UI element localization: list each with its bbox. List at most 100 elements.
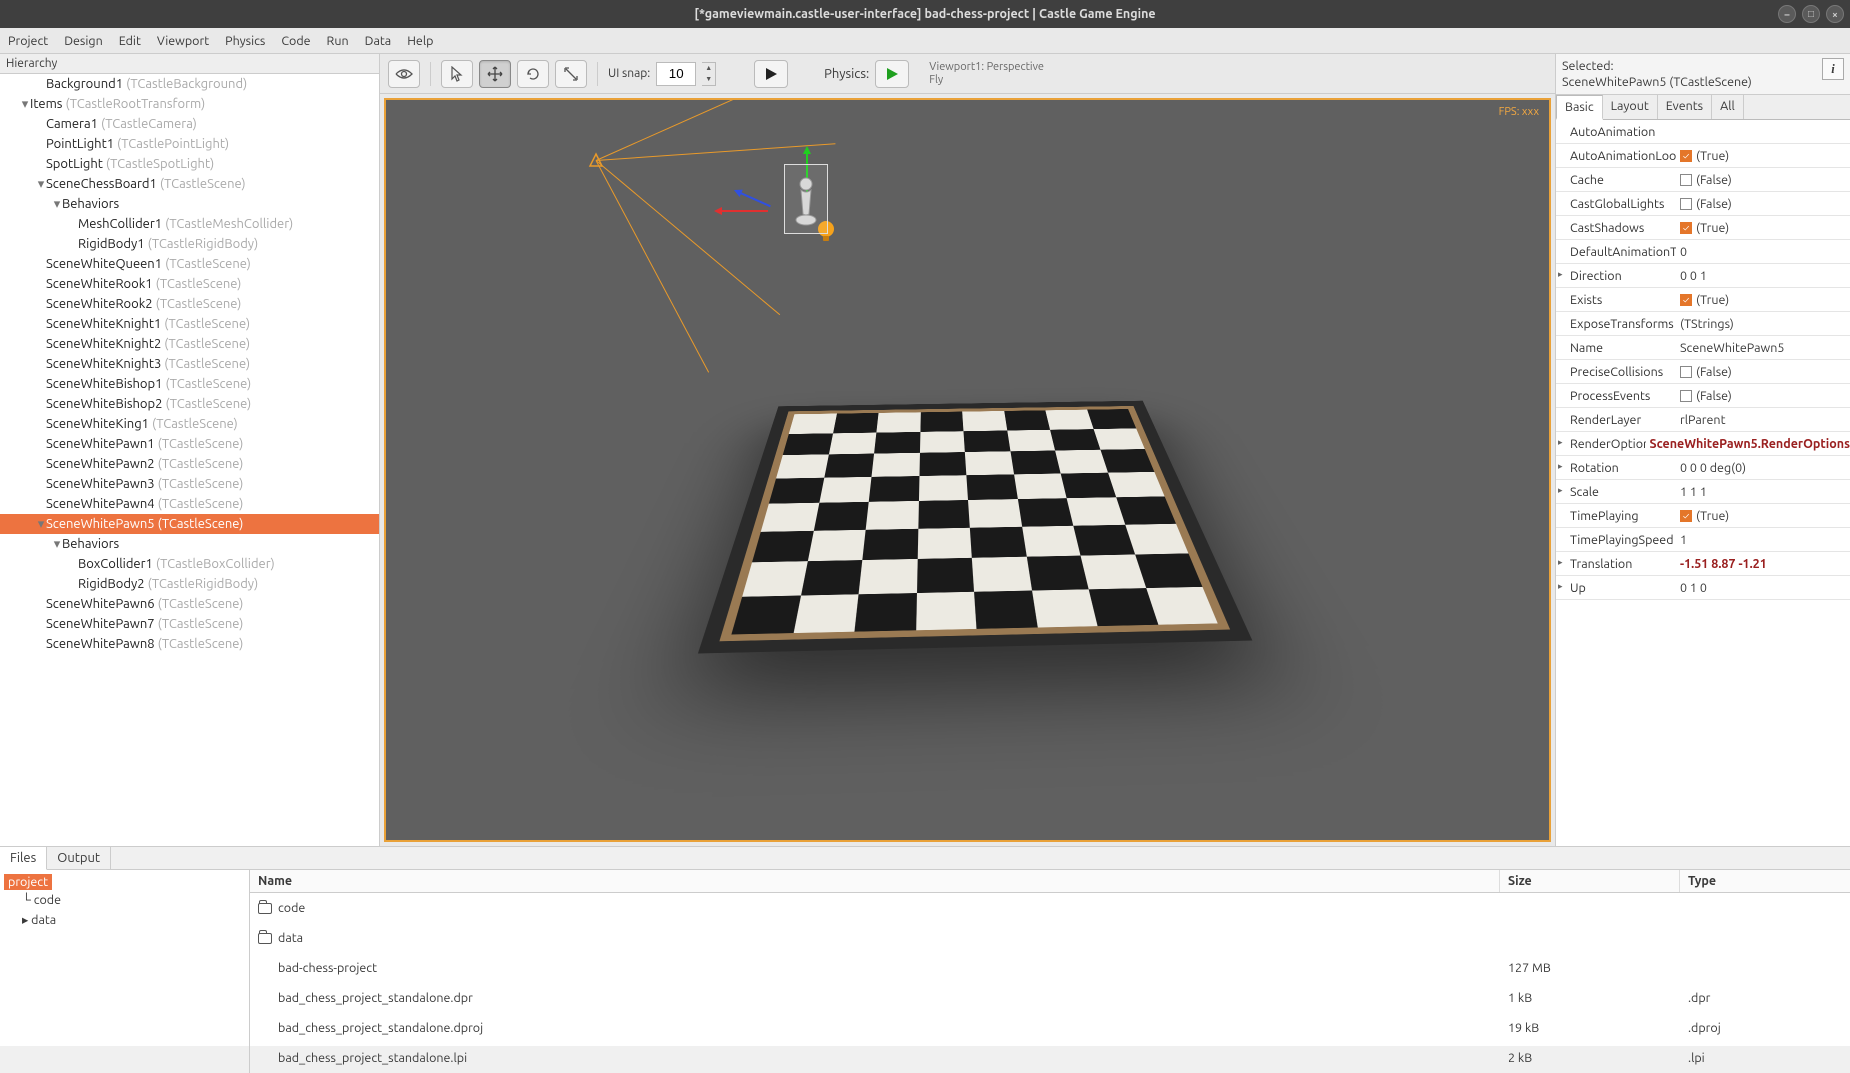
tree-item[interactable]: SceneWhitePawn3 (TCastleScene) bbox=[0, 474, 379, 494]
tree-item[interactable]: RigidBody2 (TCastleRigidBody) bbox=[0, 574, 379, 594]
property-row[interactable]: Rotation0 0 0 deg(0) bbox=[1556, 456, 1850, 480]
info-button[interactable]: i bbox=[1822, 58, 1844, 80]
close-icon[interactable]: × bbox=[1826, 5, 1844, 23]
menu-code[interactable]: Code bbox=[281, 34, 310, 48]
play-button[interactable] bbox=[754, 60, 788, 88]
menu-edit[interactable]: Edit bbox=[119, 34, 141, 48]
tree-item[interactable]: RigidBody1 (TCastleRigidBody) bbox=[0, 234, 379, 254]
property-row[interactable]: Translation-1.51 8.87 -1.21 bbox=[1556, 552, 1850, 576]
property-row[interactable]: Direction0 0 1 bbox=[1556, 264, 1850, 288]
move-tool-icon[interactable] bbox=[479, 60, 511, 88]
col-header-type[interactable]: Type bbox=[1680, 870, 1850, 892]
checkbox-icon[interactable] bbox=[1680, 198, 1692, 210]
property-row[interactable]: TimePlaying✓(True) bbox=[1556, 504, 1850, 528]
viewport-3d[interactable]: FPS: xxx bbox=[384, 98, 1551, 842]
dir-root[interactable]: project bbox=[4, 874, 52, 890]
tree-item[interactable]: SceneWhitePawn6 (TCastleScene) bbox=[0, 594, 379, 614]
physics-play-button[interactable] bbox=[875, 60, 909, 88]
rotate-tool-icon[interactable] bbox=[517, 60, 549, 88]
tree-item[interactable]: Background1 (TCastleBackground) bbox=[0, 74, 379, 94]
tree-item[interactable]: ▾Behaviors bbox=[0, 534, 379, 554]
scale-tool-icon[interactable] bbox=[555, 60, 587, 88]
tree-item[interactable]: SceneWhiteBishop2 (TCastleScene) bbox=[0, 394, 379, 414]
tree-item[interactable]: ▾Items (TCastleRootTransform) bbox=[0, 94, 379, 114]
file-row[interactable]: code bbox=[250, 893, 1850, 923]
inspector-tab-all[interactable]: All bbox=[1712, 95, 1744, 119]
checkbox-icon[interactable]: ✓ bbox=[1680, 222, 1692, 234]
property-row[interactable]: RenderOptionsSceneWhitePawn5.RenderOptio… bbox=[1556, 432, 1850, 456]
tree-item[interactable]: PointLight1 (TCastlePointLight) bbox=[0, 134, 379, 154]
file-row[interactable]: bad_chess_project_standalone.dpr1 kB.dpr bbox=[250, 983, 1850, 1013]
tree-item[interactable]: SceneWhitePawn4 (TCastleScene) bbox=[0, 494, 379, 514]
directory-tree[interactable]: project └ code ▸ data bbox=[0, 870, 250, 1073]
property-row[interactable]: AutoAnimation bbox=[1556, 120, 1850, 144]
checkbox-icon[interactable] bbox=[1680, 390, 1692, 402]
tree-item[interactable]: ▾Behaviors bbox=[0, 194, 379, 214]
dir-item[interactable]: └ code bbox=[4, 890, 245, 910]
property-row[interactable]: Cache(False) bbox=[1556, 168, 1850, 192]
property-row[interactable]: DefaultAnimationTransition0 bbox=[1556, 240, 1850, 264]
menu-data[interactable]: Data bbox=[365, 34, 392, 48]
tree-item[interactable]: SceneWhitePawn7 (TCastleScene) bbox=[0, 614, 379, 634]
tree-item[interactable]: SceneWhiteKing1 (TCastleScene) bbox=[0, 414, 379, 434]
tree-item[interactable]: SceneWhitePawn2 (TCastleScene) bbox=[0, 454, 379, 474]
property-row[interactable]: Exists✓(True) bbox=[1556, 288, 1850, 312]
maximize-icon[interactable]: □ bbox=[1802, 5, 1820, 23]
dir-item[interactable]: ▸ data bbox=[4, 910, 245, 930]
property-row[interactable]: RenderLayerrlParent bbox=[1556, 408, 1850, 432]
inspector-tab-basic[interactable]: Basic bbox=[1556, 95, 1603, 120]
tree-item[interactable]: SceneWhiteBishop1 (TCastleScene) bbox=[0, 374, 379, 394]
property-row[interactable]: Up0 1 0 bbox=[1556, 576, 1850, 600]
tree-item[interactable]: ▾SceneWhitePawn5 (TCastleScene) bbox=[0, 514, 379, 534]
property-row[interactable]: NameSceneWhitePawn5 bbox=[1556, 336, 1850, 360]
file-row[interactable]: bad_chess_project_standalone.lpi2 kB.lpi bbox=[250, 1043, 1850, 1073]
tree-item[interactable]: MeshCollider1 (TCastleMeshCollider) bbox=[0, 214, 379, 234]
checkbox-icon[interactable] bbox=[1680, 174, 1692, 186]
menu-design[interactable]: Design bbox=[64, 34, 103, 48]
property-row[interactable]: CastShadows✓(True) bbox=[1556, 216, 1850, 240]
menu-project[interactable]: Project bbox=[8, 34, 48, 48]
inspector-tab-events[interactable]: Events bbox=[1658, 95, 1712, 119]
col-header-name[interactable]: Name bbox=[250, 870, 1500, 892]
property-row[interactable]: Scale1 1 1 bbox=[1556, 480, 1850, 504]
property-row[interactable]: CastGlobalLights(False) bbox=[1556, 192, 1850, 216]
file-row[interactable]: bad-chess-project127 MB bbox=[250, 953, 1850, 983]
tree-item[interactable]: SceneWhiteKnight1 (TCastleScene) bbox=[0, 314, 379, 334]
checkbox-icon[interactable] bbox=[1680, 366, 1692, 378]
tree-item[interactable]: SceneWhiteKnight2 (TCastleScene) bbox=[0, 334, 379, 354]
property-grid[interactable]: AutoAnimationAutoAnimationLoop✓(True)Cac… bbox=[1556, 120, 1850, 846]
tree-item[interactable]: SceneWhiteRook2 (TCastleScene) bbox=[0, 294, 379, 314]
checkbox-icon[interactable]: ✓ bbox=[1680, 294, 1692, 306]
tab-files[interactable]: Files bbox=[0, 847, 47, 870]
tree-item[interactable]: SceneWhiteKnight3 (TCastleScene) bbox=[0, 354, 379, 374]
property-row[interactable]: ExposeTransforms(TStrings) bbox=[1556, 312, 1850, 336]
menu-physics[interactable]: Physics bbox=[225, 34, 265, 48]
minimize-icon[interactable]: – bbox=[1778, 5, 1796, 23]
ui-snap-input[interactable] bbox=[656, 62, 696, 86]
file-list-header[interactable]: Name Size Type bbox=[250, 870, 1850, 893]
tree-item[interactable]: Camera1 (TCastleCamera) bbox=[0, 114, 379, 134]
menu-viewport[interactable]: Viewport bbox=[157, 34, 209, 48]
checkbox-icon[interactable]: ✓ bbox=[1680, 150, 1692, 162]
menu-run[interactable]: Run bbox=[327, 34, 349, 48]
tree-item[interactable]: BoxCollider1 (TCastleBoxCollider) bbox=[0, 554, 379, 574]
view-eye-icon[interactable] bbox=[388, 60, 420, 88]
property-row[interactable]: AutoAnimationLoop✓(True) bbox=[1556, 144, 1850, 168]
tree-item[interactable]: SceneWhitePawn1 (TCastleScene) bbox=[0, 434, 379, 454]
property-row[interactable]: TimePlayingSpeed1 bbox=[1556, 528, 1850, 552]
file-row[interactable]: bad_chess_project_standalone.dproj19 kB.… bbox=[250, 1013, 1850, 1043]
cursor-tool-icon[interactable] bbox=[441, 60, 473, 88]
hierarchy-tree[interactable]: Background1 (TCastleBackground)▾Items (T… bbox=[0, 74, 379, 846]
tree-item[interactable]: SceneWhitePawn8 (TCastleScene) bbox=[0, 634, 379, 654]
tree-item[interactable]: SpotLight (TCastleSpotLight) bbox=[0, 154, 379, 174]
tree-item[interactable]: ▾SceneChessBoard1 (TCastleScene) bbox=[0, 174, 379, 194]
ui-snap-spinner[interactable]: ▲▼ bbox=[702, 62, 716, 86]
menu-help[interactable]: Help bbox=[407, 34, 433, 48]
checkbox-icon[interactable]: ✓ bbox=[1680, 510, 1692, 522]
tree-item[interactable]: SceneWhiteRook1 (TCastleScene) bbox=[0, 274, 379, 294]
inspector-tab-layout[interactable]: Layout bbox=[1603, 95, 1658, 119]
col-header-size[interactable]: Size bbox=[1500, 870, 1680, 892]
property-row[interactable]: ProcessEvents(False) bbox=[1556, 384, 1850, 408]
file-row[interactable]: data bbox=[250, 923, 1850, 953]
property-row[interactable]: PreciseCollisions(False) bbox=[1556, 360, 1850, 384]
